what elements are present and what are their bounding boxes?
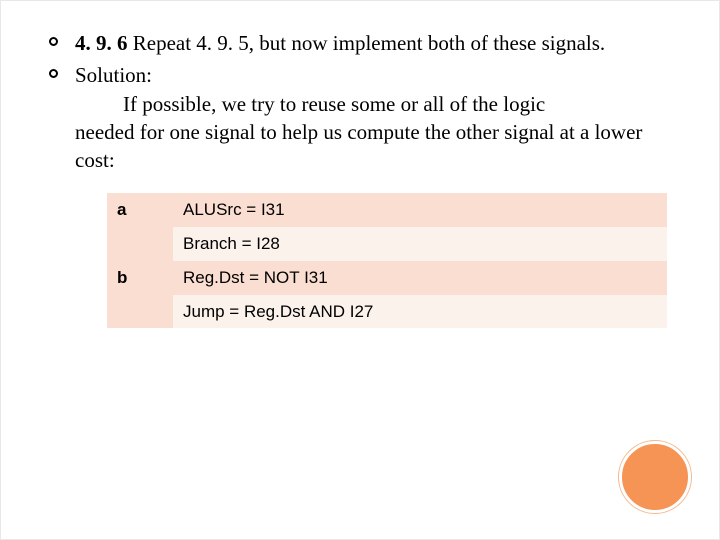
table-row: b Reg.Dst = NOT I31 [107,261,667,295]
bullet-lead: Solution: [75,63,152,87]
row-value: Reg.Dst = NOT I31 [173,261,667,295]
bullet-item: 4. 9. 6 Repeat 4. 9. 5, but now implemen… [49,29,671,57]
table-row: Branch = I28 [107,227,667,261]
row-value: Branch = I28 [173,227,667,261]
slide: 4. 9. 6 Repeat 4. 9. 5, but now implemen… [0,0,720,540]
table: a ALUSrc = I31 Branch = I28 b Reg.Dst = … [107,193,667,329]
signals-table: a ALUSrc = I31 Branch = I28 b Reg.Dst = … [107,193,667,329]
bullet-body-line: If possible, we try to reuse some or all… [75,90,671,118]
bullet-body-line: needed for one signal to help us compute… [75,118,671,175]
bullet-lead-bold: 4. 9. 6 [75,31,133,55]
table-row: a ALUSrc = I31 [107,193,667,227]
bullet-text: Repeat 4. 9. 5, but now implement both o… [133,31,605,55]
row-key: b [107,261,173,329]
row-value: Jump = Reg.Dst AND I27 [173,295,667,329]
table-row: Jump = Reg.Dst AND I27 [107,295,667,329]
row-key: a [107,193,173,261]
bullet-list: 4. 9. 6 Repeat 4. 9. 5, but now implemen… [49,29,671,175]
bullet-item: Solution: If possible, we try to reuse s… [49,61,671,174]
row-value: ALUSrc = I31 [173,193,667,227]
decorative-circle-icon [619,441,691,513]
